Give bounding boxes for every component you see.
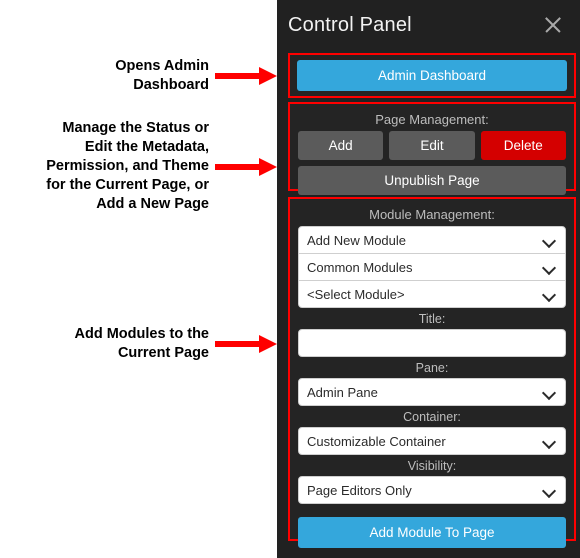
visibility-select-value: Page Editors Only <box>307 482 412 498</box>
module-select-value: <Select Module> <box>307 286 405 302</box>
right-arrow-icon <box>215 157 277 176</box>
add-module-to-page-button[interactable]: Add Module To Page <box>298 517 566 548</box>
container-select-value: Customizable Container <box>307 433 446 449</box>
module-management-group-inner: Module Management: Add New Module Common… <box>290 199 574 548</box>
admin-dashboard-group-inner: Admin Dashboard <box>290 55 574 96</box>
visibility-field-label: Visibility: <box>407 459 457 473</box>
chevron-down-icon <box>543 435 555 447</box>
pane-field-label: Pane: <box>415 361 449 375</box>
chevron-down-icon <box>543 484 555 496</box>
delete-page-button[interactable]: Delete <box>480 131 566 160</box>
module-category-select[interactable]: Common Modules <box>298 253 566 281</box>
annotation-layer: Opens Admin Dashboard Manage the Status … <box>0 0 277 558</box>
unpublish-page-button[interactable]: Unpublish Page <box>298 166 566 195</box>
visibility-select[interactable]: Page Editors Only <box>298 476 566 504</box>
module-source-select[interactable]: Add New Module <box>298 226 566 254</box>
pane-select[interactable]: Admin Pane <box>298 378 566 406</box>
page-management-label: Page Management: <box>375 112 489 127</box>
module-management-group: Module Management: Add New Module Common… <box>288 197 576 548</box>
annotation-text: Manage the Status or Edit the Metadata, … <box>46 120 209 212</box>
chevron-down-icon <box>543 261 555 273</box>
arrow-head <box>259 157 277 176</box>
module-category-select-value: Common Modules <box>307 259 413 275</box>
module-management-body: Add New Module Common Modules <Select Mo… <box>290 226 574 556</box>
panel-header: Control Panel <box>277 0 580 50</box>
module-select[interactable]: <Select Module> <box>298 280 566 308</box>
chevron-down-icon <box>543 234 555 246</box>
module-source-select-value: Add New Module <box>307 232 406 248</box>
annotation-text: Add Modules to the Current Page <box>74 326 209 361</box>
page-management-group-inner: Page Management: Add Edit Delete Unpubli… <box>290 104 574 195</box>
arrow-shaft <box>215 73 263 79</box>
edit-page-button[interactable]: Edit <box>389 131 475 160</box>
arrow-head <box>259 67 277 85</box>
page-title: Control Panel <box>288 13 412 36</box>
page-management-group: Page Management: Add Edit Delete Unpubli… <box>288 102 576 195</box>
module-management-label: Module Management: <box>369 207 495 222</box>
arrow-shaft <box>215 341 263 347</box>
pane-select-value: Admin Pane <box>307 384 378 400</box>
add-page-button[interactable]: Add <box>298 131 384 160</box>
chevron-down-icon <box>543 386 555 398</box>
admin-dashboard-group: Admin Dashboard <box>288 53 576 98</box>
control-panel: Control Panel Admin Dashboard Page Manag… <box>277 0 580 558</box>
annotation-text: Opens Admin Dashboard <box>115 58 209 93</box>
arrow-shaft <box>215 163 263 170</box>
annotation-opens-admin-dashboard: Opens Admin Dashboard <box>0 57 277 95</box>
close-icon[interactable] <box>542 14 564 36</box>
container-select[interactable]: Customizable Container <box>298 427 566 455</box>
chevron-down-icon <box>543 288 555 300</box>
right-arrow-icon <box>215 335 277 353</box>
annotation-manage-page: Manage the Status or Edit the Metadata, … <box>0 119 277 214</box>
title-input[interactable] <box>298 329 566 357</box>
page-management-button-row: Add Edit Delete <box>298 131 566 160</box>
container-field-label: Container: <box>403 410 461 424</box>
admin-dashboard-button[interactable]: Admin Dashboard <box>297 60 567 91</box>
right-arrow-icon <box>215 67 277 85</box>
module-select-stack: Add New Module Common Modules <Select Mo… <box>298 226 566 308</box>
add-module-button-wrap: Add Module To Page <box>298 504 566 548</box>
title-field-label: Title: <box>418 312 446 326</box>
arrow-head <box>259 335 277 353</box>
annotation-add-modules: Add Modules to the Current Page <box>0 325 277 363</box>
